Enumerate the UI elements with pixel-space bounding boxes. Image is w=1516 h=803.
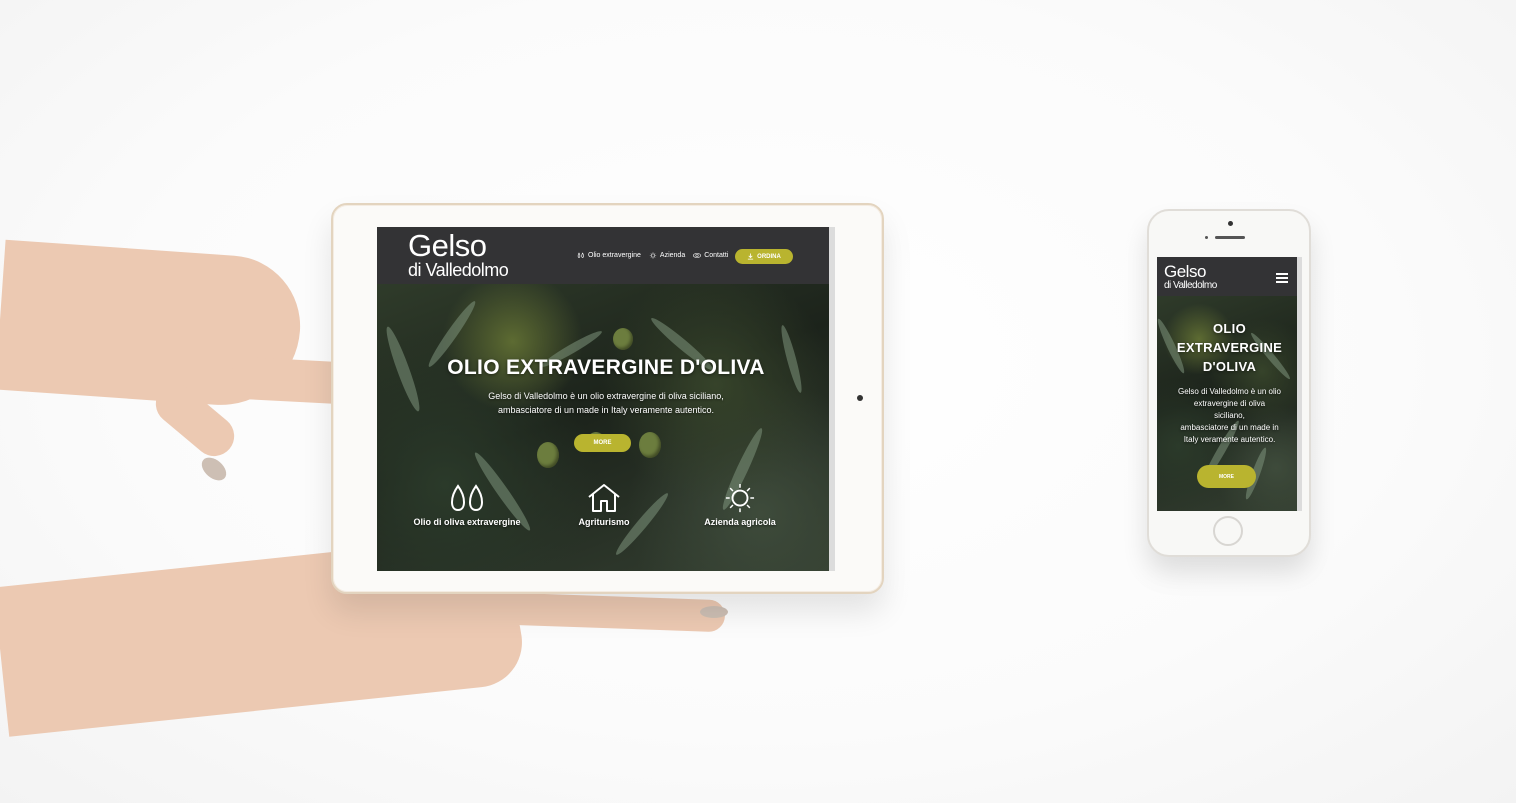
hero-text-line2: ambasciatore di un made in Italy veramen… (497, 405, 715, 415)
nav-label-contatti: Contatti (704, 252, 729, 259)
hero-olive-photo (377, 284, 829, 571)
feature-olio-label: Olio di oliva extravergine (413, 517, 521, 527)
hero-text-line1: Gelso di Valledolmo è un olio extravergi… (488, 391, 724, 401)
phone-logo-gelso[interactable]: Gelso (1164, 263, 1206, 280)
more-button[interactable]: MORE (574, 434, 631, 452)
right-finger-nail (700, 606, 728, 618)
menu-icon[interactable] (1276, 273, 1288, 283)
drops-icon (451, 484, 483, 512)
chat-icon (693, 253, 702, 258)
nav-item-contatti[interactable]: Contatti (693, 252, 728, 259)
feature-olio[interactable]: Olio di oliva extravergine (397, 483, 537, 527)
logo-gelso[interactable]: Gelso (408, 230, 487, 261)
scrollbar[interactable] (829, 227, 835, 571)
nav-item-azienda[interactable]: Azienda (649, 252, 685, 259)
tablet-camera (857, 395, 863, 401)
download-icon (748, 253, 754, 260)
phone-hero-title-line2: EXTRAVERGINE (1176, 340, 1283, 355)
nav-label-azienda: Azienda (659, 252, 686, 259)
phone-speaker (1215, 236, 1245, 239)
site-header: Gelso di Valledolmo Olio extravergine Az… (377, 227, 835, 284)
phone-site-header: Gelso di Valledolmo (1157, 257, 1302, 296)
phone-hero-text-line2: extravergine di oliva (1193, 399, 1266, 408)
phone-hero-text-line4: ambasciatore di un made in (1180, 423, 1279, 432)
phone-hero-text-line5: Italy veramente autentico. (1183, 435, 1276, 444)
main-nav: Olio extravergine Azienda Contatti (577, 252, 728, 259)
tablet-screen: Gelso di Valledolmo Olio extravergine Az… (377, 227, 835, 571)
feature-agriturismo[interactable]: Agriturismo (534, 483, 674, 527)
phone-home-button[interactable] (1213, 516, 1243, 546)
sun-icon (725, 483, 755, 513)
phone-scrollbar[interactable] (1297, 257, 1302, 511)
phone-more-button[interactable]: MORE (1197, 465, 1256, 488)
order-button[interactable]: ORDINA (735, 249, 793, 264)
phone-hero-text-line3: siciliano, (1214, 411, 1245, 420)
phone-hero-text-line1: Gelso di Valledolmo è un olio (1177, 387, 1282, 396)
phone-camera (1228, 221, 1233, 226)
hero-title: OLIO EXTRAVERGINE D'OLIVA (447, 356, 765, 379)
feature-agriturismo-label: Agriturismo (578, 517, 630, 527)
house-icon (588, 484, 620, 512)
phone-hero-title-line1: OLIO (1213, 321, 1246, 336)
logo-subtitle[interactable]: di Valledolmo (408, 261, 509, 279)
drops-icon (577, 252, 584, 258)
nav-label-olio: Olio extravergine (588, 252, 641, 259)
feature-azienda[interactable]: Azienda agricola (670, 483, 810, 527)
phone-sensor (1205, 236, 1208, 239)
left-thumb-nail (197, 453, 231, 485)
phone-screen: Gelso di Valledolmo OLIO EXTRAVERGINE D'… (1157, 257, 1302, 511)
sun-icon (649, 252, 657, 259)
order-button-label: ORDINA (757, 253, 781, 260)
nav-item-olio[interactable]: Olio extravergine (577, 252, 641, 259)
feature-azienda-label: Azienda agricola (704, 517, 776, 527)
phone-logo-subtitle[interactable]: di Valledolmo (1164, 280, 1217, 291)
phone-hero-title-line3: D'OLIVA (1202, 359, 1257, 374)
